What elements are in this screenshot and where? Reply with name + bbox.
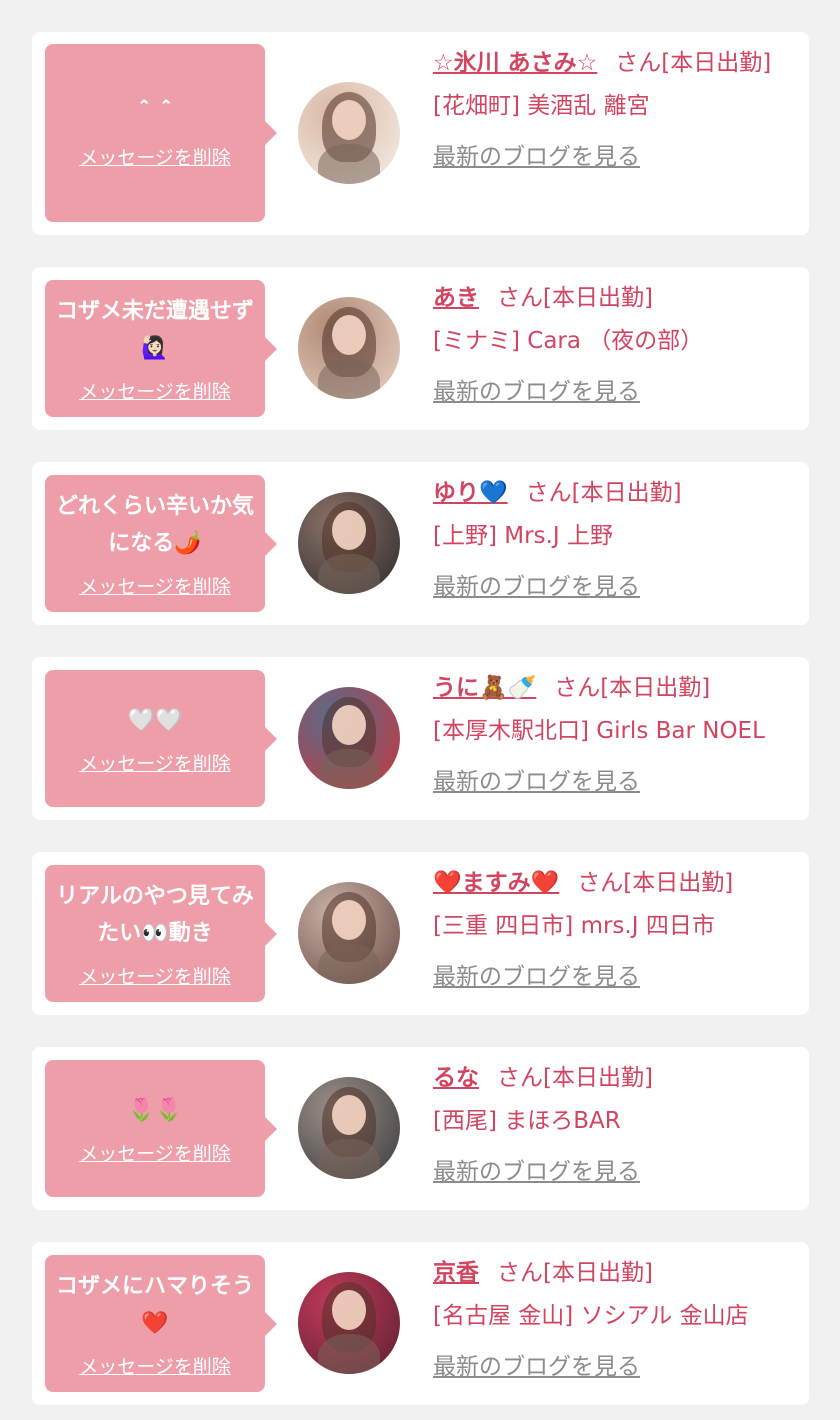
message-card: リアルのやつ見てみたい👀動き メッセージを削除 ❤️ますみ❤️ さん[本日出勤] …	[32, 852, 809, 1015]
delete-message-link[interactable]: メッセージを削除	[79, 572, 231, 599]
cast-name-link[interactable]: るな	[433, 1065, 479, 1091]
attendance-status: さん[本日出勤]	[615, 50, 772, 76]
name-line: 京香 さん[本日出勤]	[433, 1252, 788, 1295]
attendance-status: さん[本日出勤]	[525, 480, 682, 506]
shop-label: [本厚木駅北口] Girls Bar NOEL	[433, 718, 765, 744]
avatar[interactable]	[298, 1272, 400, 1374]
message-bubble: コザメ未だ遭遇せず🙋🏻‍♀️ メッセージを削除	[45, 280, 277, 417]
view-latest-blog-link[interactable]: 最新のブログを見る	[433, 1151, 640, 1194]
message-bubble: ＾＾ メッセージを削除	[45, 44, 277, 222]
cast-name-link[interactable]: 京香	[433, 1260, 479, 1286]
message-text: 🌷🌷	[127, 1097, 183, 1123]
delete-message-link[interactable]: メッセージを削除	[79, 962, 231, 989]
view-latest-blog-link[interactable]: 最新のブログを見る	[433, 761, 640, 804]
message-card: 🌷🌷 メッセージを削除 るな さん[本日出勤] [西尾] まほろBAR 最新のブロ…	[32, 1047, 809, 1210]
message-card: コザメ未だ遭遇せず🙋🏻‍♀️ メッセージを削除 あき さん[本日出勤] [ミナミ]…	[32, 267, 809, 430]
view-latest-blog-link[interactable]: 最新のブログを見る	[433, 956, 640, 999]
cast-info: ☆氷川 あさみ☆ さん[本日出勤] [花畑町] 美酒乱 離宮 最新のブログを見る	[433, 42, 788, 179]
cast-info: ゆり💙 さん[本日出勤] [上野] Mrs.J 上野 最新のブログを見る	[433, 472, 788, 609]
cast-info: るな さん[本日出勤] [西尾] まほろBAR 最新のブログを見る	[433, 1057, 788, 1194]
shop-label: [名古屋 金山] ソシアル 金山店	[433, 1303, 749, 1329]
message-text: コザメにハマりそう❤️	[55, 1274, 254, 1336]
message-text: 🤍🤍	[127, 707, 183, 733]
avatar[interactable]	[298, 1077, 400, 1179]
cast-name-link[interactable]: あき	[433, 285, 479, 311]
attendance-status: さん[本日出勤]	[497, 1065, 653, 1091]
attendance-status: さん[本日出勤]	[497, 285, 653, 311]
shop-label: [西尾] まほろBAR	[433, 1108, 621, 1134]
cast-name-link[interactable]: ☆氷川 あさみ☆	[433, 50, 597, 76]
shop-label: [三重 四日市] mrs.J 四日市	[433, 913, 715, 939]
message-card: コザメにハマりそう❤️ メッセージを削除 京香 さん[本日出勤] [名古屋 金山]…	[32, 1242, 809, 1405]
avatar[interactable]	[298, 492, 400, 594]
message-card: ＾＾ メッセージを削除 ☆氷川 あさみ☆ さん[本日出勤] [花畑町] 美酒乱 離…	[32, 32, 809, 235]
name-line: ❤️ますみ❤️ さん[本日出勤]	[433, 862, 788, 905]
view-latest-blog-link[interactable]: 最新のブログを見る	[433, 566, 640, 609]
cast-info: ❤️ますみ❤️ さん[本日出勤] [三重 四日市] mrs.J 四日市 最新のブロ…	[433, 862, 788, 999]
name-line: ☆氷川 あさみ☆ さん[本日出勤]	[433, 42, 788, 85]
avatar[interactable]	[298, 687, 400, 789]
name-line: うに🧸🍼 さん[本日出勤]	[433, 667, 788, 710]
message-text: リアルのやつ見てみたい👀動き	[56, 884, 254, 946]
name-line: ゆり💙 さん[本日出勤]	[433, 472, 788, 515]
message-bubble: どれくらい辛いか気になる🌶️ メッセージを削除	[45, 475, 277, 612]
avatar[interactable]	[298, 82, 400, 184]
view-latest-blog-link[interactable]: 最新のブログを見る	[433, 136, 640, 179]
attendance-status: さん[本日出勤]	[577, 870, 734, 896]
delete-message-link[interactable]: メッセージを削除	[79, 749, 231, 776]
attendance-status: さん[本日出勤]	[497, 1260, 653, 1286]
cast-info: あき さん[本日出勤] [ミナミ] Cara （夜の部） 最新のブログを見る	[433, 277, 788, 414]
message-card: どれくらい辛いか気になる🌶️ メッセージを削除 ゆり💙 さん[本日出勤] [上野]…	[32, 462, 809, 625]
name-line: あき さん[本日出勤]	[433, 277, 788, 320]
delete-message-link[interactable]: メッセージを削除	[79, 1352, 231, 1379]
shop-label: [上野] Mrs.J 上野	[433, 523, 613, 549]
cast-name-link[interactable]: ❤️ますみ❤️	[433, 870, 559, 896]
cast-info: うに🧸🍼 さん[本日出勤] [本厚木駅北口] Girls Bar NOEL 最新の…	[433, 667, 788, 804]
view-latest-blog-link[interactable]: 最新のブログを見る	[433, 1346, 640, 1389]
cast-name-link[interactable]: ゆり💙	[433, 480, 508, 506]
name-line: るな さん[本日出勤]	[433, 1057, 788, 1100]
delete-message-link[interactable]: メッセージを削除	[79, 143, 231, 170]
delete-message-link[interactable]: メッセージを削除	[79, 377, 231, 404]
view-latest-blog-link[interactable]: 最新のブログを見る	[433, 371, 640, 414]
message-bubble: リアルのやつ見てみたい👀動き メッセージを削除	[45, 865, 277, 1002]
message-bubble: 🤍🤍 メッセージを削除	[45, 670, 277, 807]
cast-info: 京香 さん[本日出勤] [名古屋 金山] ソシアル 金山店 最新のブログを見る	[433, 1252, 788, 1389]
attendance-status: さん[本日出勤]	[554, 675, 711, 701]
avatar[interactable]	[298, 297, 400, 399]
message-bubble: コザメにハマりそう❤️ メッセージを削除	[45, 1255, 277, 1392]
message-text: どれくらい辛いか気になる🌶️	[55, 494, 254, 556]
avatar[interactable]	[298, 882, 400, 984]
message-card: 🤍🤍 メッセージを削除 うに🧸🍼 さん[本日出勤] [本厚木駅北口] Girls …	[32, 657, 809, 820]
message-bubble: 🌷🌷 メッセージを削除	[45, 1060, 277, 1197]
shop-label: [花畑町] 美酒乱 離宮	[433, 93, 650, 119]
message-text: コザメ未だ遭遇せず🙋🏻‍♀️	[55, 299, 254, 361]
shop-label: [ミナミ] Cara （夜の部）	[433, 328, 704, 354]
cast-name-link[interactable]: うに🧸🍼	[433, 675, 536, 701]
message-text: ＾＾	[132, 102, 177, 127]
delete-message-link[interactable]: メッセージを削除	[79, 1139, 231, 1166]
